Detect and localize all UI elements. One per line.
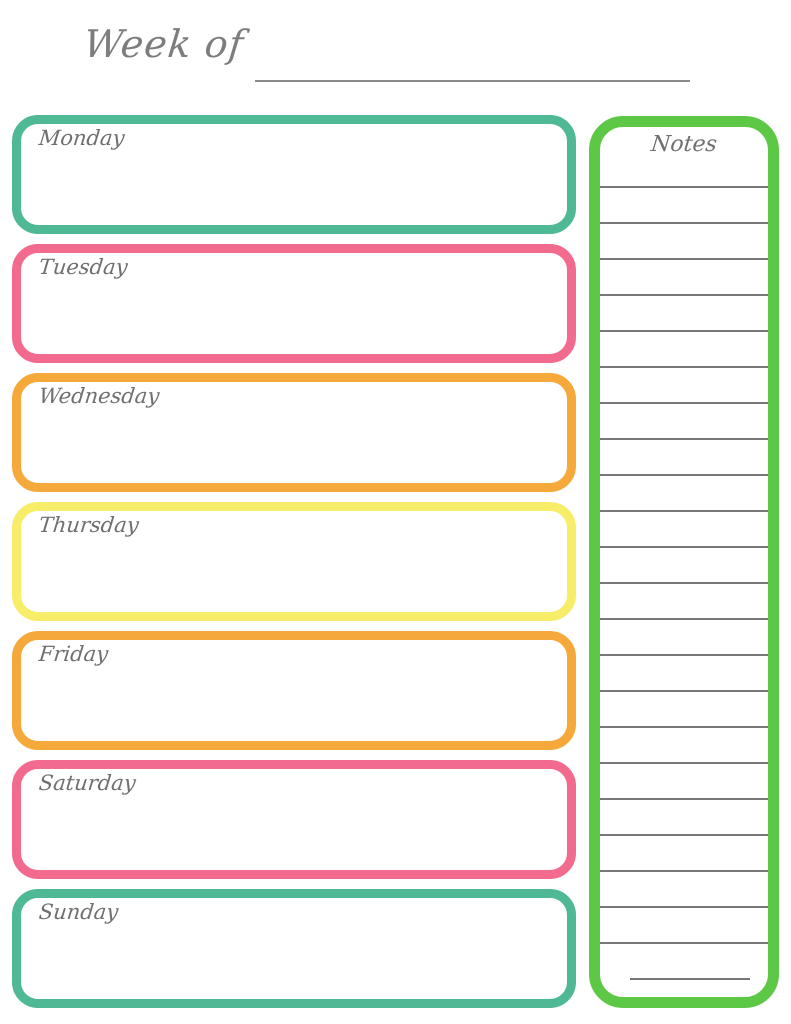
notes-line[interactable] — [600, 546, 768, 548]
day-writing-area[interactable] — [21, 414, 567, 483]
notes-line[interactable] — [600, 798, 768, 800]
day-box-sunday[interactable]: Sunday — [12, 889, 576, 1008]
notes-line[interactable] — [600, 726, 768, 728]
notes-line[interactable] — [600, 222, 768, 224]
notes-line[interactable] — [600, 906, 768, 908]
notes-line[interactable] — [630, 978, 750, 980]
notes-line[interactable] — [600, 438, 768, 440]
day-label: Monday — [37, 126, 126, 150]
notes-line[interactable] — [600, 942, 768, 944]
day-writing-area[interactable] — [21, 156, 567, 225]
day-writing-area[interactable] — [21, 543, 567, 612]
day-boxes-list: Monday Tuesday Wednesday Thursday Friday Satu… — [12, 115, 576, 1008]
day-box-monday[interactable]: Monday — [12, 115, 576, 234]
day-writing-area[interactable] — [21, 285, 567, 354]
notes-line[interactable] — [600, 870, 768, 872]
notes-ruled-lines — [600, 127, 768, 997]
day-label: Saturday — [37, 771, 138, 795]
notes-line[interactable] — [600, 186, 768, 188]
notes-line[interactable] — [600, 510, 768, 512]
notes-line[interactable] — [600, 690, 768, 692]
notes-line[interactable] — [600, 366, 768, 368]
weekly-planner-page: Week of Monday Tuesday Wednesday Thursday Fr… — [0, 0, 791, 1024]
day-label: Sunday — [37, 900, 120, 924]
day-label: Friday — [37, 642, 110, 666]
notes-line[interactable] — [600, 654, 768, 656]
notes-line[interactable] — [600, 762, 768, 764]
day-box-saturday[interactable]: Saturday — [12, 760, 576, 879]
day-writing-area[interactable] — [21, 801, 567, 870]
week-of-write-in-line[interactable] — [255, 80, 690, 82]
page-title: Week of — [81, 22, 247, 66]
notes-line[interactable] — [600, 618, 768, 620]
day-box-wednesday[interactable]: Wednesday — [12, 373, 576, 492]
day-label: Thursday — [37, 513, 140, 537]
day-writing-area[interactable] — [21, 930, 567, 999]
notes-line[interactable] — [600, 582, 768, 584]
day-box-thursday[interactable]: Thursday — [12, 502, 576, 621]
notes-line[interactable] — [600, 258, 768, 260]
day-box-friday[interactable]: Friday — [12, 631, 576, 750]
day-label: Tuesday — [37, 255, 129, 279]
day-box-tuesday[interactable]: Tuesday — [12, 244, 576, 363]
page-header: Week of — [0, 18, 791, 82]
notes-panel[interactable]: Notes — [589, 116, 779, 1008]
notes-line[interactable] — [600, 402, 768, 404]
day-label: Wednesday — [37, 384, 161, 408]
day-writing-area[interactable] — [21, 672, 567, 741]
notes-line[interactable] — [600, 294, 768, 296]
notes-line[interactable] — [600, 834, 768, 836]
notes-line[interactable] — [600, 330, 768, 332]
notes-line[interactable] — [600, 474, 768, 476]
